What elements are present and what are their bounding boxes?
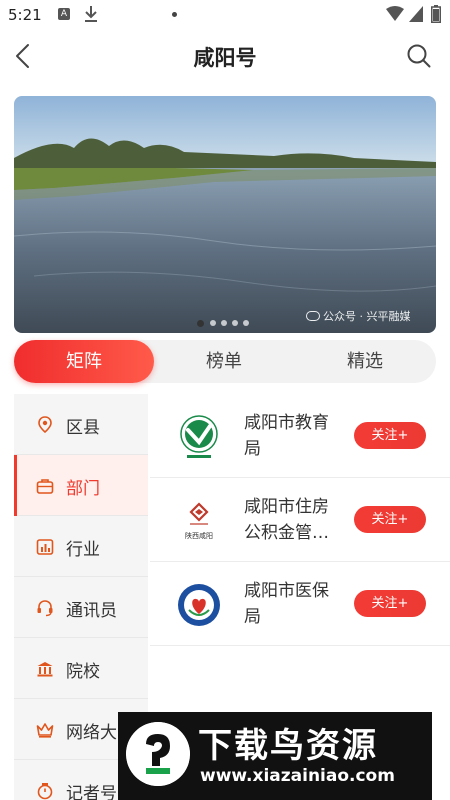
housing-fund-logo-text: 陕西咸阳 — [185, 531, 213, 540]
reporter-icon — [37, 783, 53, 800]
banner-landscape-image — [14, 96, 436, 333]
education-bureau-logo — [180, 415, 218, 458]
signal-icon — [409, 6, 423, 22]
sidebar-item-district[interactable]: 区县 — [14, 394, 148, 455]
list-item[interactable]: 咸阳市医保局 关注+ — [150, 562, 450, 646]
header: 咸阳号 — [0, 30, 450, 82]
status-time: 5:21 — [8, 6, 42, 24]
carousel-dot — [243, 320, 249, 326]
banner-carousel[interactable]: 公众号 · 兴平融媒 — [14, 96, 436, 333]
page-title: 咸阳号 — [193, 46, 257, 70]
status-bar: 5:21 A — [0, 0, 450, 30]
sidebar-item-label: 网络大 — [66, 723, 117, 743]
crown-icon — [36, 723, 54, 738]
wechat-icon — [306, 311, 320, 321]
sidebar-item-department[interactable]: 部门 — [14, 455, 148, 516]
organization-list: 咸阳市教育局 关注+ 陕西咸阳 咸阳市住房 公积金管… 关注+ 咸阳市医保局 关注… — [150, 394, 450, 648]
banner-watermark: 公众号 · 兴平融媒 — [306, 308, 411, 324]
site-watermark-overlay: 下载鸟资源 www.xiazainiao.com — [118, 712, 432, 800]
follow-button[interactable]: 关注+ — [354, 590, 426, 617]
tab-featured[interactable]: 精选 — [294, 340, 436, 383]
organization-name: 咸阳市医保局 — [244, 581, 329, 627]
bar-chart-icon — [36, 539, 54, 555]
tab-matrix[interactable]: 矩阵 — [14, 340, 154, 383]
notification-dot-icon — [172, 12, 177, 17]
sidebar-item-industry[interactable]: 行业 — [14, 516, 148, 577]
sidebar-item-college[interactable]: 院校 — [14, 638, 148, 699]
briefcase-icon — [36, 479, 54, 494]
sidebar-item-label: 院校 — [66, 662, 100, 682]
medical-insurance-logo — [178, 584, 220, 626]
carousel-indicator — [197, 320, 257, 328]
list-item[interactable]: 陕西咸阳 咸阳市住房 公积金管… 关注+ — [150, 478, 450, 562]
follow-button[interactable]: 关注+ — [354, 422, 426, 449]
sidebar-item-label: 记者号 — [66, 784, 117, 800]
watermark-title: 下载鸟资源 — [198, 726, 378, 766]
carousel-dot — [232, 320, 238, 326]
search-icon[interactable] — [406, 43, 432, 69]
housing-fund-logo: 陕西咸阳 — [185, 502, 213, 540]
sidebar-item-label: 区县 — [66, 418, 100, 438]
location-pin-icon — [38, 416, 52, 434]
list-item[interactable]: 咸阳市教育局 关注+ — [150, 394, 450, 478]
sidebar-item-correspondent[interactable]: 通讯员 — [14, 577, 148, 638]
tab-bar: 矩阵 榜单 精选 — [14, 340, 436, 383]
bird-logo-icon — [126, 722, 190, 786]
download-icon — [85, 6, 97, 22]
institution-icon — [37, 662, 53, 677]
carousel-dot — [210, 320, 216, 326]
wifi-icon — [386, 6, 404, 21]
organization-name: 咸阳市教育局 — [244, 413, 329, 459]
tab-ranking[interactable]: 榜单 — [154, 340, 294, 383]
follow-button[interactable]: 关注+ — [354, 506, 426, 533]
headset-icon — [37, 600, 53, 617]
sidebar-item-label: 通讯员 — [66, 601, 117, 621]
sidebar-item-label: 部门 — [66, 479, 100, 499]
organization-name: 咸阳市住房 公积金管… — [244, 497, 329, 543]
watermark-url: www.xiazainiao.com — [200, 766, 395, 786]
sidebar-item-label: 行业 — [66, 540, 100, 560]
app-notification-icon: A — [58, 8, 70, 20]
battery-icon — [431, 5, 441, 23]
banner-watermark-text: 公众号 · 兴平融媒 — [323, 310, 411, 323]
carousel-dot — [221, 320, 227, 326]
carousel-dot — [197, 320, 204, 327]
